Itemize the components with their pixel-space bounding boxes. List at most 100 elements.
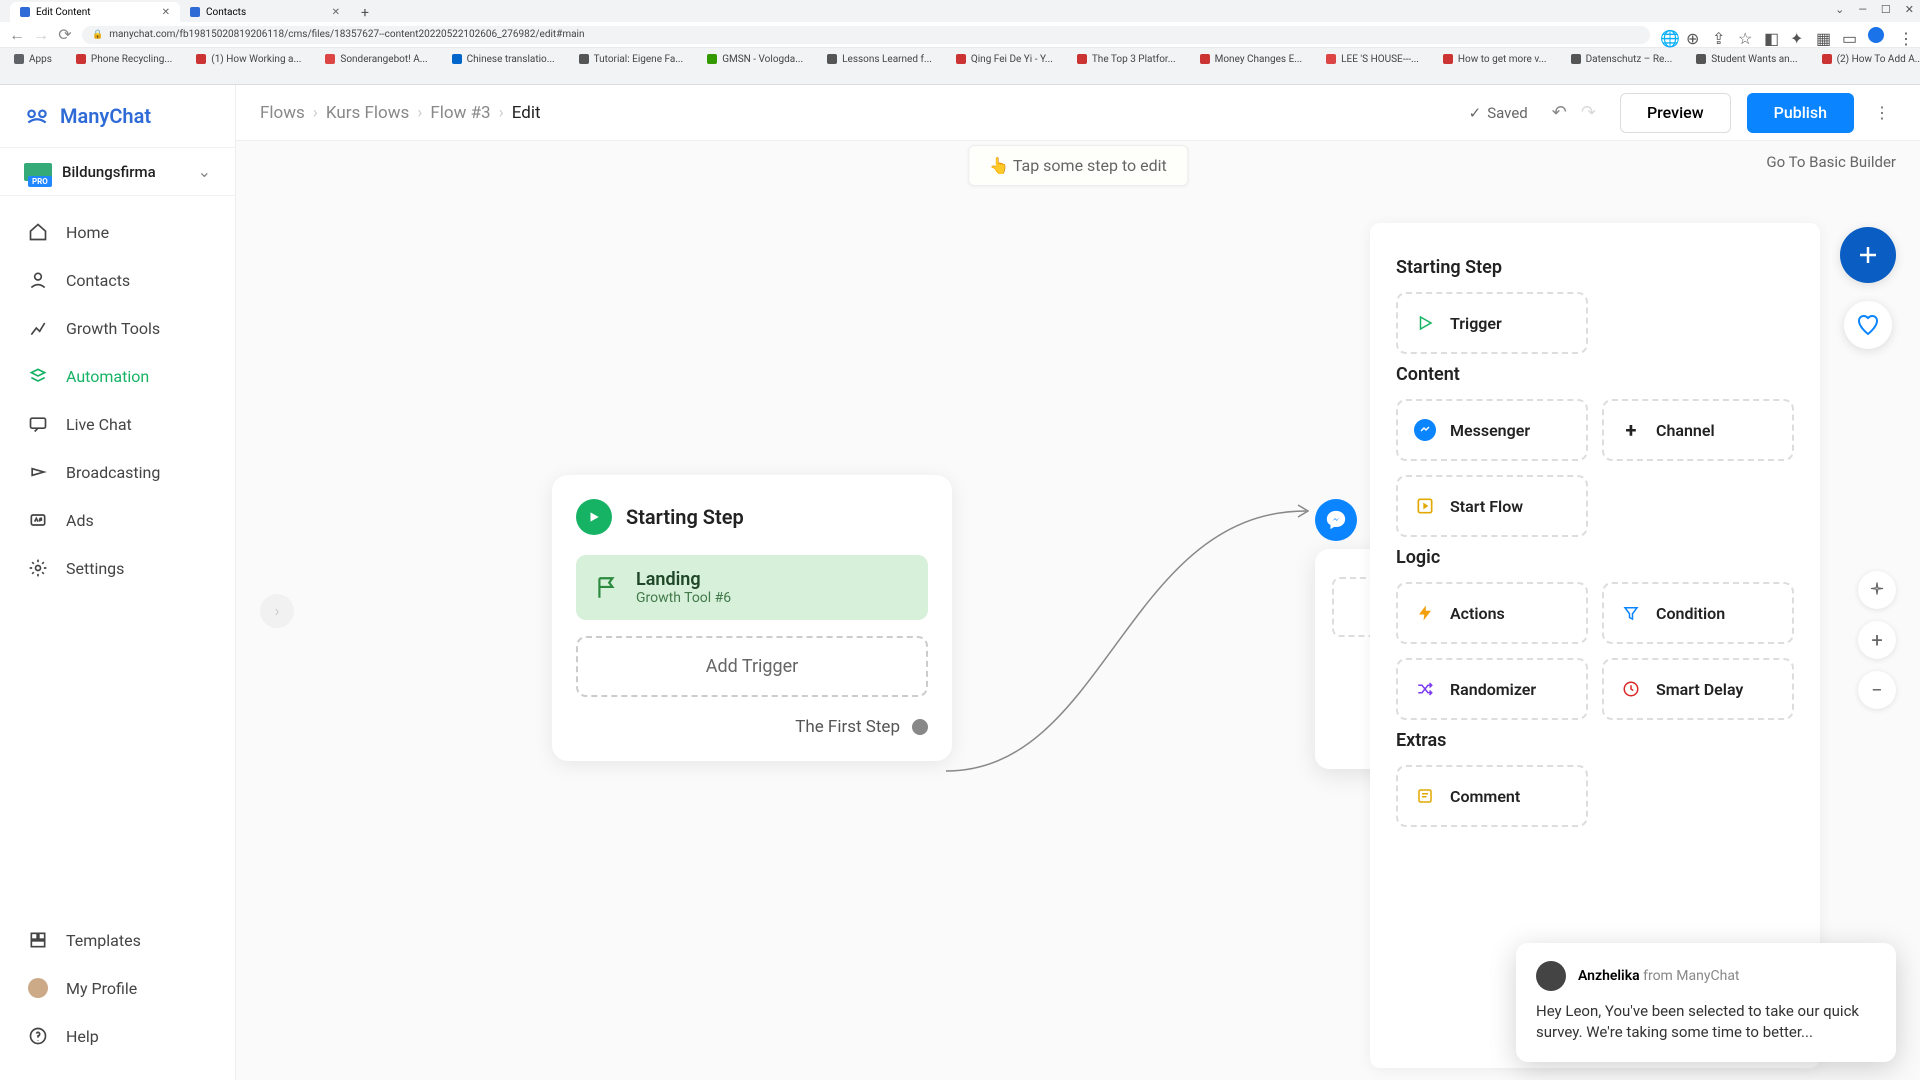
zoom-icon[interactable]: ⊕ [1686,29,1698,41]
bookmarks-bar: Apps Phone Recycling... (1) How Working a.… [0,48,1920,70]
breadcrumb-item[interactable]: Flow #3 [430,103,490,123]
close-icon[interactable]: ✕ [1905,3,1914,16]
sidebar-item-live-chat[interactable]: Live Chat [0,400,235,448]
sidebar-item-growth-tools[interactable]: Growth Tools [0,304,235,352]
bookmark-item[interactable]: Lessons Learned f... [827,54,932,65]
sidebar-item-help[interactable]: Help [0,1012,235,1060]
bookmark-item[interactable]: (2) How To Add A... [1822,54,1920,65]
bookmark-item[interactable]: Sonderangebot! A... [325,54,427,65]
browser-tab[interactable]: Contacts ✕ [180,2,350,22]
sidebar-item-automation[interactable]: Automation [0,352,235,400]
close-icon[interactable]: ✕ [332,7,340,18]
heart-fab[interactable] [1844,301,1892,349]
undo-icon[interactable]: ↶ [1552,102,1567,123]
bookmark-item[interactable]: Qing Fei De Yi - Y... [956,54,1053,65]
ads-icon [28,510,48,530]
back-icon[interactable]: ← [10,28,24,42]
bookmark-item[interactable]: Money Changes E... [1200,54,1303,65]
bookmark-label: Tutorial: Eigene Fa... [594,54,684,65]
panel-item-start-flow[interactable]: Start Flow [1396,475,1588,537]
connection-port[interactable] [912,719,928,735]
step-title: Starting Step [626,505,744,529]
starting-step-card[interactable]: Starting Step Landing Growth Tool #6 Add… [552,475,952,761]
bookmark-item[interactable]: Apps [14,54,52,65]
collapse-chevron[interactable]: › [260,594,294,628]
chat-popup[interactable]: Anzhelika from ManyChat Hey Leon, You've… [1516,943,1896,1063]
new-tab-button[interactable]: + [356,4,374,22]
panel-item-trigger[interactable]: Trigger [1396,292,1588,354]
breadcrumb-item[interactable]: Kurs Flows [326,103,409,123]
bookmark-item[interactable]: The Top 3 Platfor... [1077,54,1176,65]
bookmark-favicon-icon [1326,54,1336,64]
panel-item-condition[interactable]: Condition [1602,582,1794,644]
sidebar-item-my-profile[interactable]: My Profile [0,964,235,1012]
bookmark-item[interactable]: Tutorial: Eigene Fa... [579,54,684,65]
plus-icon: + [1871,628,1882,652]
share-icon[interactable]: ⇪ [1712,29,1724,41]
maximize-icon[interactable]: ☐ [1881,3,1891,16]
panel-item-smart-delay[interactable]: Smart Delay [1602,658,1794,720]
sidebar-item-broadcasting[interactable]: Broadcasting [0,448,235,496]
kebab-icon[interactable]: ⋮ [1898,29,1910,41]
chevron-down-icon[interactable]: ⌄ [1835,3,1844,16]
sidebar-item-label: My Profile [66,979,137,998]
minimize-icon[interactable]: — [1858,3,1867,16]
panel-item-actions[interactable]: Actions [1396,582,1588,644]
url-input[interactable]: 🔒 manychat.com/fb19815020819206118/cms/f… [82,26,1650,44]
close-icon[interactable]: ✕ [162,7,170,18]
bookmark-item[interactable]: Student Wants an... [1696,54,1797,65]
main-area: Flows › Kurs Flows › Flow #3 › Edit ✓ Sa… [236,85,1920,1080]
sparkle-icon [1868,581,1886,599]
kebab-icon[interactable]: ⋮ [1868,103,1896,122]
panel-item-randomizer[interactable]: Randomizer [1396,658,1588,720]
sidebar-item-label: Help [66,1027,99,1046]
extension-icon[interactable]: ◧ [1764,29,1776,41]
magic-fab[interactable] [1858,571,1896,609]
star-icon[interactable]: ☆ [1738,29,1750,41]
chat-icon [28,414,48,434]
add-fab[interactable] [1840,227,1896,283]
button-label: Add Trigger [706,656,799,677]
profile-avatar[interactable] [1868,27,1884,43]
bookmark-item[interactable]: (1) How Working a... [196,54,301,65]
templates-icon [28,930,48,950]
forward-icon[interactable]: → [34,28,48,42]
zoom-out-fab[interactable]: − [1858,671,1896,709]
lock-icon: 🔒 [92,30,103,40]
panel-item-messenger[interactable]: Messenger [1396,399,1588,461]
sidebar-item-label: Broadcasting [66,463,160,482]
translate-icon[interactable]: 🌐 [1660,29,1672,41]
preview-button[interactable]: Preview [1620,93,1731,133]
bookmark-item[interactable]: Chinese translatio... [452,54,555,65]
puzzle-icon[interactable]: ✦ [1790,29,1802,41]
plus-icon [1856,243,1880,267]
sidebar-item-templates[interactable]: Templates [0,916,235,964]
messenger-node[interactable] [1315,499,1357,541]
sidebar-item-ads[interactable]: Ads [0,496,235,544]
publish-button[interactable]: Publish [1747,93,1854,133]
sidebar-item-home[interactable]: Home [0,208,235,256]
bookmark-item[interactable]: Phone Recycling... [76,54,172,65]
logo[interactable]: ManyChat [0,103,235,147]
bookmark-item[interactable]: How to get more v... [1443,54,1547,65]
bookmark-item[interactable]: LEE 'S HOUSE---... [1326,54,1419,65]
account-switcher[interactable]: PRO Bildungsfirma ⌄ [0,147,235,196]
redo-icon[interactable]: ↷ [1581,102,1596,123]
tab-title: Edit Content [36,7,91,18]
zoom-in-fab[interactable]: + [1858,621,1896,659]
landing-trigger-box[interactable]: Landing Growth Tool #6 [576,555,928,620]
add-step-panel: Starting Step Trigger Content [1370,223,1820,1068]
sidebar-item-contacts[interactable]: Contacts [0,256,235,304]
breadcrumb-item[interactable]: Flows [260,103,305,123]
panel-item-comment[interactable]: Comment [1396,765,1588,827]
bookmark-item[interactable]: GMSN - Vologda... [707,54,803,65]
bookmark-item[interactable]: Datenschutz – Re... [1571,54,1673,65]
grid-icon[interactable]: ▦ [1816,29,1828,41]
flow-canvas[interactable]: › Starting Step Landing Growth Tool #6 A… [236,141,1920,1080]
reload-icon[interactable]: ⟳ [58,28,72,42]
panel-item-channel[interactable]: + Channel [1602,399,1794,461]
sidebar-item-settings[interactable]: Settings [0,544,235,592]
reading-icon[interactable]: ▭ [1842,29,1854,41]
add-trigger-button[interactable]: Add Trigger [576,636,928,697]
browser-tab-active[interactable]: Edit Content ✕ [10,2,180,22]
